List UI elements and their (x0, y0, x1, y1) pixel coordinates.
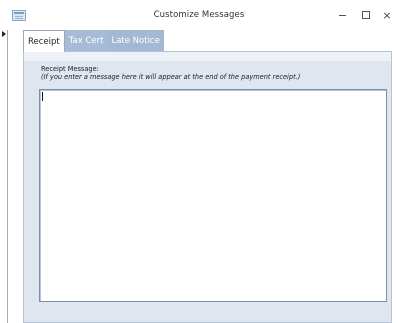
close-button[interactable]: × (377, 6, 397, 24)
receipt-tab-page: Receipt Message: (If you enter a message… (23, 51, 392, 323)
tab-late-notice[interactable]: Late Notice (107, 30, 164, 52)
tab-tax-cert[interactable]: Tax Cert (64, 30, 108, 52)
close-icon: × (382, 8, 392, 22)
minimize-icon (338, 15, 346, 16)
form-body: Receipt Tax Cert Late Notice Receipt Mes… (18, 30, 397, 323)
tab-strip: Receipt Tax Cert Late Notice (23, 30, 164, 52)
maximize-button[interactable] (356, 6, 376, 24)
record-pointer-icon (2, 31, 6, 37)
text-caret (42, 92, 43, 101)
window-titlebar: Customize Messages × (0, 0, 398, 30)
minimize-button[interactable] (332, 6, 352, 24)
maximize-icon (362, 11, 370, 19)
tab-page-header (24, 52, 391, 61)
receipt-message-label: Receipt Message: (41, 65, 99, 73)
receipt-message-hint: (If you enter a message here it will app… (41, 73, 301, 81)
record-selector[interactable] (0, 30, 8, 323)
receipt-message-textarea[interactable] (39, 89, 387, 302)
tab-receipt[interactable]: Receipt (23, 30, 65, 52)
